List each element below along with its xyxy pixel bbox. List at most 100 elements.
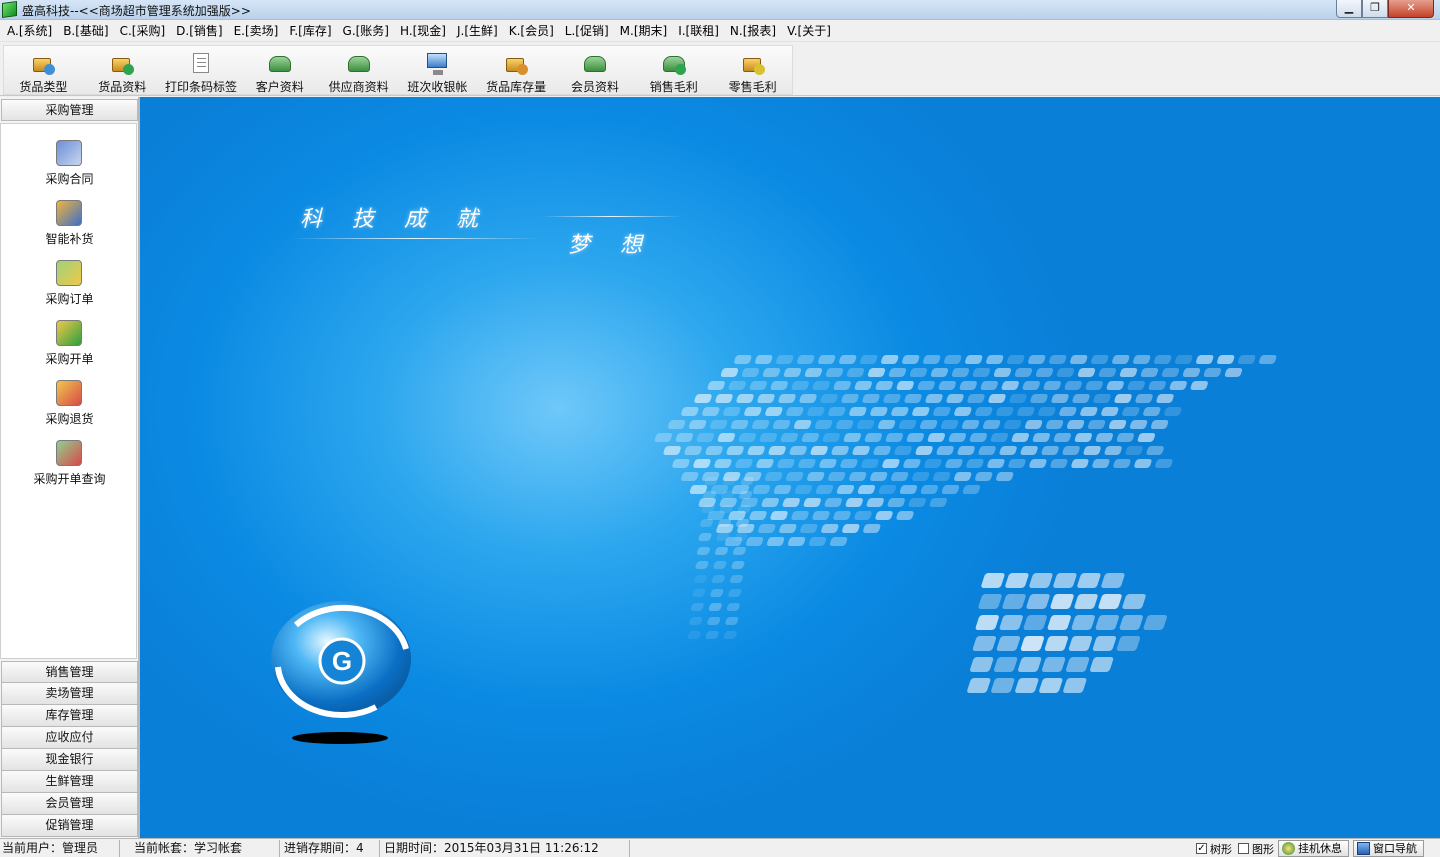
minimize-button[interactable]: ▁ — [1336, 0, 1362, 18]
section-header[interactable]: 现金银行 — [1, 749, 138, 771]
map-tile — [1161, 368, 1180, 377]
purchase-nav-item[interactable]: 采购退货 — [1, 380, 138, 436]
map-tile — [1066, 420, 1085, 429]
map-tile — [1053, 433, 1072, 442]
section-header-purchase[interactable]: 采购管理 — [1, 99, 138, 121]
map-tile — [1064, 381, 1082, 390]
map-tile — [765, 472, 783, 481]
purchase-nav-item[interactable]: 采购开单 — [1, 320, 138, 376]
toolbar-button[interactable]: 打印条码标签 — [162, 46, 241, 94]
map-tile — [1196, 355, 1214, 364]
menu-item[interactable]: I.[联租] — [674, 21, 723, 41]
map-tile — [1112, 355, 1130, 364]
map-tile — [948, 433, 967, 442]
toolbar-button[interactable]: 客户资料 — [240, 46, 319, 94]
menu-item[interactable]: N.[报表] — [726, 21, 780, 41]
section-header[interactable]: 促销管理 — [1, 815, 138, 837]
toolbar-button[interactable]: 货品类型 — [4, 46, 83, 94]
map-tile — [735, 459, 753, 468]
menu-item[interactable]: V.[关于] — [783, 21, 835, 41]
map-tile — [684, 446, 702, 455]
toolbar-button[interactable]: 货品资料 — [83, 46, 162, 94]
map-tile — [779, 524, 797, 533]
menu-item[interactable]: B.[基础] — [59, 21, 112, 41]
map-tile — [1077, 368, 1096, 377]
toolbar-button[interactable]: 零售毛利 — [713, 46, 792, 94]
menu-item[interactable]: C.[采购] — [116, 21, 170, 41]
section-header[interactable]: 卖场管理 — [1, 683, 138, 705]
map-tile — [833, 381, 851, 390]
menu-item[interactable]: E.[卖场] — [230, 21, 283, 41]
map-tile — [861, 459, 879, 468]
section-header[interactable]: 生鲜管理 — [1, 771, 138, 793]
toolbar-button[interactable]: 货品库存量 — [477, 46, 556, 94]
menu-item[interactable]: L.[促销] — [561, 21, 613, 41]
map-tile — [1154, 355, 1172, 364]
map-tile — [896, 511, 914, 520]
menu-item[interactable]: A.[系统] — [3, 21, 56, 41]
map-tile — [873, 446, 891, 455]
map-tile — [709, 420, 728, 429]
map-tile — [819, 459, 837, 468]
map-tile — [1146, 446, 1164, 455]
map-tile — [969, 657, 994, 672]
map-tile — [731, 561, 745, 569]
menu-item[interactable]: K.[会员] — [505, 21, 558, 41]
map-tile — [822, 433, 841, 442]
menu-item[interactable]: J.[生鲜] — [453, 21, 502, 41]
toolbar-button[interactable]: 班次收银帐 — [398, 46, 477, 94]
map-tile — [1044, 636, 1069, 651]
menu-item[interactable]: D.[销售] — [172, 21, 226, 41]
close-button[interactable]: ✕ — [1388, 0, 1434, 18]
slogan-underline — [290, 238, 540, 239]
toolbar-button-label: 零售毛利 — [728, 80, 777, 94]
customer-icon — [267, 52, 293, 76]
map-tile — [891, 407, 909, 416]
tree-view-checkbox[interactable]: ✓ — [1196, 843, 1207, 854]
toolbar-button[interactable]: 供应商资料 — [319, 46, 398, 94]
purchase-items-list: 采购合同 智能补货 采购订单 采购开单 采购退货 采购开单查询 — [0, 123, 137, 659]
window-nav-button[interactable]: 窗口导航 — [1353, 840, 1424, 857]
purchase-nav-item[interactable]: 智能补货 — [1, 200, 138, 256]
supplier-icon — [346, 52, 372, 76]
purchase-nav-item[interactable]: 采购订单 — [1, 260, 138, 316]
map-tile — [812, 511, 830, 520]
toolbar-button[interactable]: 销售毛利 — [634, 46, 713, 94]
map-tile — [761, 498, 779, 507]
map-tile — [717, 433, 736, 442]
section-header[interactable]: 会员管理 — [1, 793, 138, 815]
purchase-nav-item[interactable]: 采购合同 — [1, 140, 138, 196]
map-tile — [1030, 394, 1048, 403]
menu-item[interactable]: M.[期末] — [616, 21, 672, 41]
section-header[interactable]: 库存管理 — [1, 705, 138, 727]
map-tile — [663, 446, 681, 455]
map-tile — [803, 498, 821, 507]
graphic-view-checkbox[interactable] — [1238, 843, 1249, 854]
standby-button[interactable]: 挂机休息 — [1278, 840, 1349, 857]
retail-profit-icon — [740, 52, 766, 76]
map-tile — [1056, 368, 1075, 377]
section-header[interactable]: 应收应付 — [1, 727, 138, 749]
map-tile — [1020, 636, 1045, 651]
maximize-button[interactable]: ❐ — [1362, 0, 1388, 18]
map-tile — [780, 433, 799, 442]
map-tile — [737, 505, 751, 513]
menu-item[interactable]: F.[库存] — [285, 21, 335, 41]
map-tile — [920, 485, 939, 494]
map-tile — [993, 368, 1012, 377]
map-tile — [1063, 678, 1087, 693]
toolbar-button-label: 货品类型 — [19, 80, 68, 94]
map-tile — [966, 459, 984, 468]
map-tile — [1041, 446, 1059, 455]
map-tile — [1015, 678, 1039, 693]
map-tile — [693, 459, 711, 468]
map-tile — [786, 472, 804, 481]
map-tile — [1050, 459, 1068, 468]
menu-item[interactable]: H.[现金] — [396, 21, 450, 41]
map-tile — [961, 420, 980, 429]
toolbar-button[interactable]: 会员资料 — [556, 46, 635, 94]
menu-item[interactable]: G.[账务] — [339, 21, 393, 41]
purchase-nav-item[interactable]: 采购开单查询 — [1, 440, 138, 496]
section-header[interactable]: 销售管理 — [1, 661, 138, 683]
map-tile — [736, 394, 754, 403]
